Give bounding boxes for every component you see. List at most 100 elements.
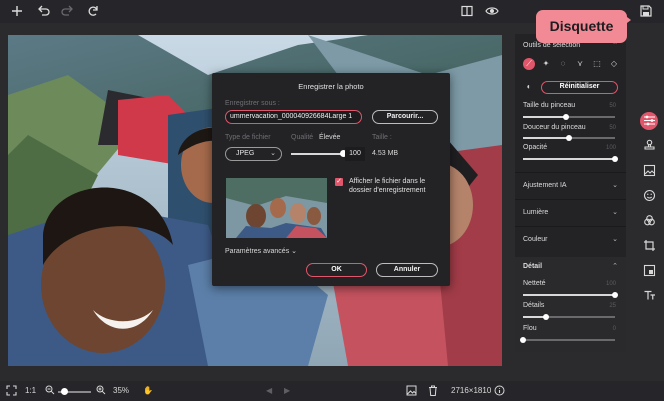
browse-button[interactable]: Parcourir... [372, 110, 438, 124]
save-as-label: Enregistrer sous : [225, 100, 280, 107]
adjustments-panel: Outils de sélection ⌃ ⟋ ✦ ◌ ⋎ ⬚ ◇ ◐ Réin… [515, 34, 626, 352]
next-icon[interactable]: ▶ [284, 385, 290, 397]
slider-knob[interactable] [566, 135, 572, 141]
opacity-label: Opacité [523, 144, 548, 151]
reset-button[interactable]: Réinitialiser [541, 81, 618, 94]
quality-value[interactable]: 100 [345, 147, 365, 161]
quality-slider[interactable] [291, 150, 347, 157]
sharpness-value: 100 [605, 281, 616, 287]
size-value: 4.53 MB [372, 150, 399, 157]
file-type-value: JPEG [236, 150, 255, 157]
file-type-label: Type de fichier [225, 134, 271, 141]
quality-slider-fill [291, 153, 343, 155]
prev-icon[interactable]: ◀ [266, 385, 272, 397]
chevron-down-icon[interactable]: ⌄ [612, 208, 618, 216]
quality-level-text: Élevée [319, 134, 341, 141]
stamp-icon[interactable] [640, 137, 658, 155]
actual-size-button[interactable]: 1:1 [25, 385, 36, 397]
zoom-in-icon[interactable] [96, 385, 106, 399]
slider-knob[interactable] [612, 156, 618, 162]
color-title[interactable]: Couleur [523, 236, 548, 243]
zoom-slider[interactable] [58, 388, 91, 395]
advanced-settings-toggle[interactable]: Paramètres avancés ⌄ [225, 247, 297, 255]
polygon-lasso-icon[interactable]: ⋎ [574, 58, 586, 70]
tooltip-tail [623, 14, 631, 26]
brush-size-slider[interactable] [523, 114, 615, 120]
slider-knob[interactable] [563, 114, 570, 120]
zoom-out-icon[interactable] [45, 385, 55, 399]
image-dimensions: 2716×1810 [451, 386, 492, 395]
slider-knob[interactable] [520, 337, 526, 343]
show-file-checkbox[interactable]: ✓ [335, 178, 343, 186]
opacity-slider[interactable] [523, 156, 618, 162]
undo-icon[interactable] [35, 3, 51, 19]
quality-label: Qualité [291, 134, 314, 141]
magic-wand-icon[interactable]: ✦ [540, 58, 552, 70]
info-icon[interactable] [494, 385, 505, 400]
compare-icon[interactable] [459, 3, 475, 19]
crop-icon[interactable] [640, 237, 658, 255]
zoom-slider-knob[interactable] [60, 388, 68, 395]
trash-icon[interactable] [428, 385, 438, 400]
smiley-icon[interactable] [640, 187, 658, 205]
save-photo-dialog: Enregistrer la photo Enregistrer sous : … [212, 73, 450, 286]
sliders-icon[interactable] [640, 112, 658, 130]
eye-icon[interactable] [484, 3, 500, 19]
details-slider[interactable] [523, 314, 615, 320]
thumbnail-image [226, 178, 327, 238]
chevron-up-icon[interactable]: ⌃ [612, 262, 618, 270]
brush-softness-value: 50 [609, 125, 616, 131]
preview-thumbnail [226, 178, 327, 238]
details-value: 25 [609, 303, 616, 309]
refresh-icon[interactable] [85, 3, 101, 19]
bottom-bar: 1:1 35% ✋ ◀ ▶ 2716×1810 [0, 381, 664, 401]
brush-icon[interactable]: ⟋ [523, 58, 535, 70]
photo-canvas[interactable]: Enregistrer la photo Enregistrer sous : … [8, 35, 502, 366]
chevron-down-icon: ⌄ [270, 150, 276, 157]
fit-screen-icon[interactable] [6, 385, 17, 400]
chevron-down-icon[interactable]: ⌄ [612, 235, 618, 243]
brush-size-value: 50 [609, 103, 616, 109]
brush-softness-label: Douceur du pinceau [523, 124, 586, 131]
filename-input[interactable]: ummervacation_000040926684Large 1 [225, 110, 362, 124]
ok-button[interactable]: OK [306, 263, 367, 277]
divider [515, 172, 626, 173]
slider-fill [523, 137, 569, 139]
sharpness-slider[interactable] [523, 292, 618, 298]
cancel-button[interactable]: Annuler [376, 263, 438, 277]
chevron-down-icon: ⌄ [291, 248, 298, 255]
hand-icon[interactable]: ✋ [143, 385, 153, 397]
layers-icon[interactable] [640, 262, 658, 280]
sharpness-label: Netteté [523, 280, 546, 287]
light-title[interactable]: Lumière [523, 209, 548, 216]
eraser-icon[interactable]: ◇ [608, 58, 620, 70]
text-icon[interactable] [640, 287, 658, 305]
effects-icon[interactable] [640, 212, 658, 230]
show-file-label: Afficher le fichier dans le dossier d'en… [349, 178, 426, 194]
file-type-select[interactable]: JPEG ⌄ [225, 147, 282, 161]
slider-fill [523, 116, 567, 118]
brush-size-label: Taille du pinceau [523, 102, 576, 109]
slider-knob[interactable] [543, 314, 549, 320]
dialog-title: Enregistrer la photo [298, 82, 364, 91]
ai-adjust-title[interactable]: Ajustement IA [523, 182, 567, 189]
advanced-settings-label: Paramètres avancés [225, 248, 290, 255]
opacity-value: 100 [605, 145, 616, 151]
save-icon[interactable] [638, 3, 654, 19]
slider-knob[interactable] [612, 292, 618, 298]
lasso-icon[interactable]: ◌ [557, 58, 569, 70]
plus-icon[interactable] [9, 3, 25, 19]
brush-softness-slider[interactable] [523, 135, 615, 141]
slider-fill [523, 158, 615, 160]
invert-selection-icon[interactable]: ◐ [523, 81, 535, 93]
image-icon[interactable] [640, 162, 658, 180]
chevron-down-icon[interactable]: ⌄ [612, 181, 618, 189]
slider-fill [523, 294, 615, 296]
blur-label: Flou [523, 325, 537, 332]
blur-slider[interactable] [520, 337, 615, 343]
redo-icon[interactable] [60, 3, 76, 19]
image-info-icon[interactable] [406, 385, 417, 400]
selection-tools-title: Outils de sélection [523, 42, 581, 49]
detail-title[interactable]: Détail [523, 263, 542, 270]
rect-select-icon[interactable]: ⬚ [591, 58, 603, 70]
